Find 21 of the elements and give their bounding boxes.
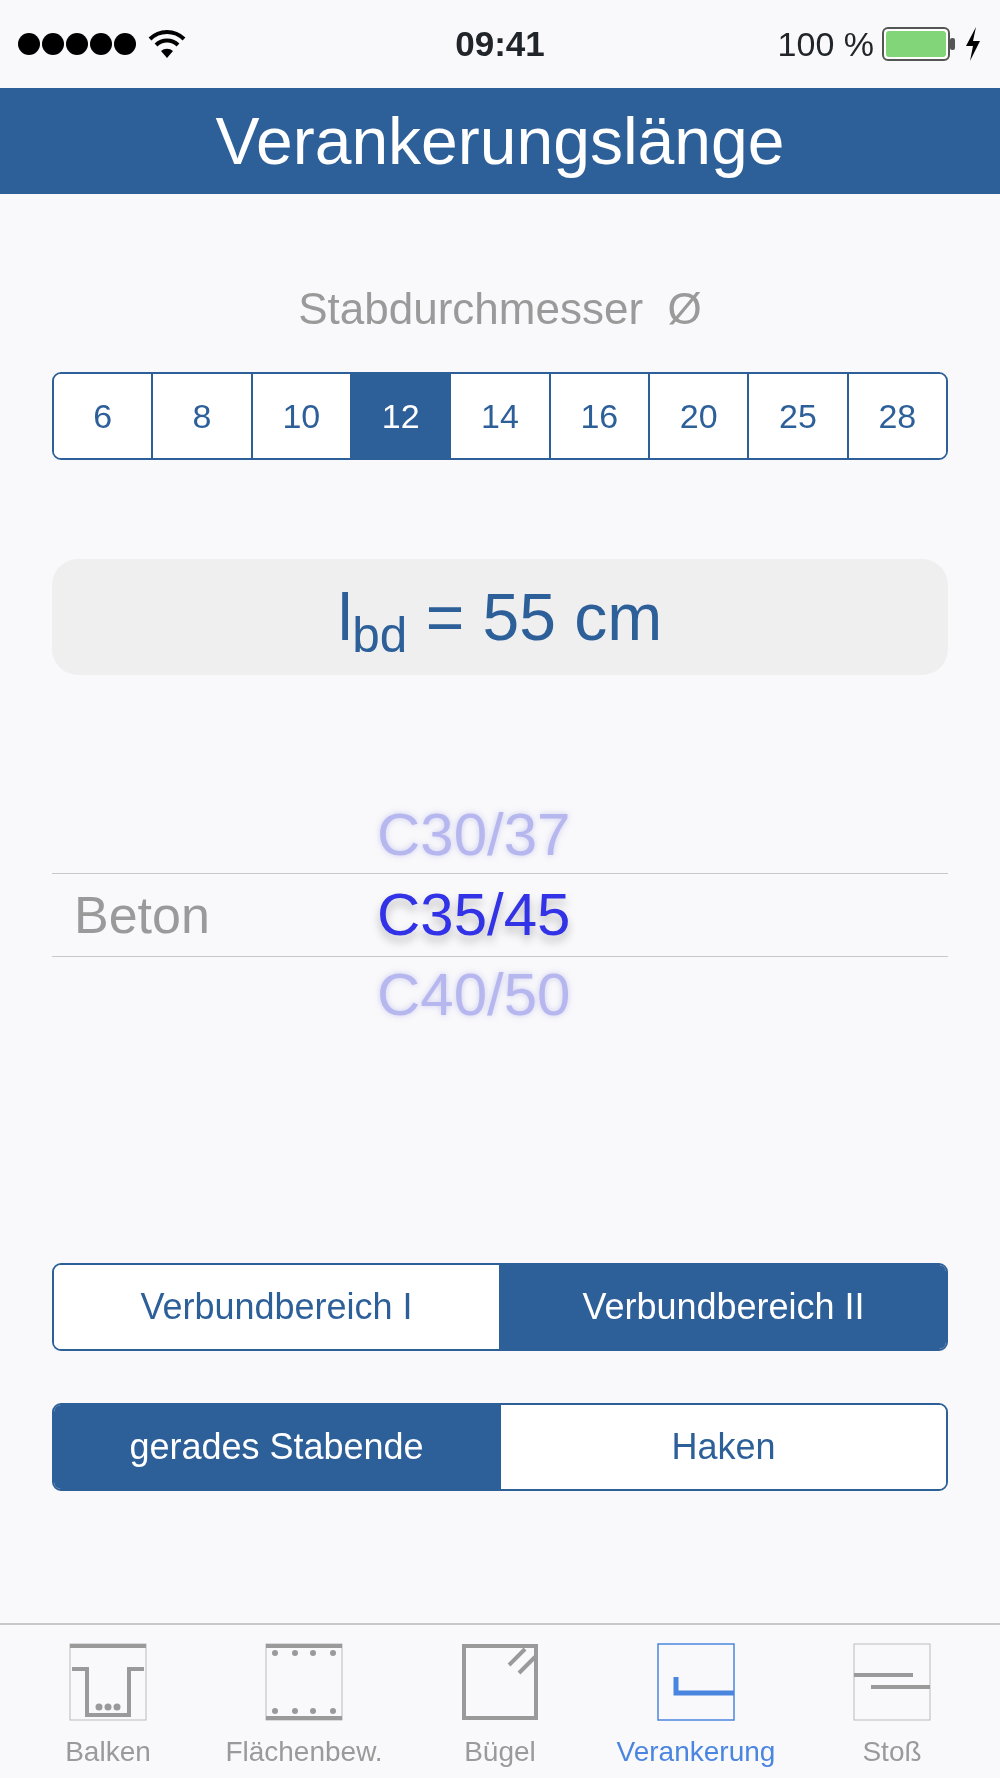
battery-percentage: 100 % <box>777 23 874 65</box>
beam-section-icon <box>69 1643 147 1721</box>
bar-end-segment[interactable]: Haken <box>499 1405 946 1489</box>
stirrup-icon <box>461 1643 539 1721</box>
picker-label: Beton <box>74 886 210 944</box>
tab-item[interactable]: Verankerung <box>598 1625 794 1778</box>
clock-time: 09:41 <box>455 22 545 65</box>
slab-section-icon <box>265 1643 343 1721</box>
diameter-label: Stabdurchmesser Ø <box>297 284 703 334</box>
result-text: l$_{bd}$ = 55 cm <box>337 584 663 650</box>
diameter-segment[interactable]: 12 <box>350 374 450 458</box>
lap-splice-icon <box>853 1643 931 1721</box>
bar-end-segment[interactable]: gerades Stabende <box>54 1405 499 1489</box>
bond-zone-segment[interactable]: Verbundbereich II <box>499 1265 946 1349</box>
bent-bar-icon <box>657 1643 735 1721</box>
battery-icon <box>882 27 956 61</box>
diameter-segment[interactable]: 28 <box>846 374 946 458</box>
picker-option[interactable]: C35/45 <box>377 885 571 945</box>
charging-icon <box>964 27 982 61</box>
signal-icon <box>18 32 136 56</box>
wifi-icon <box>148 29 186 59</box>
